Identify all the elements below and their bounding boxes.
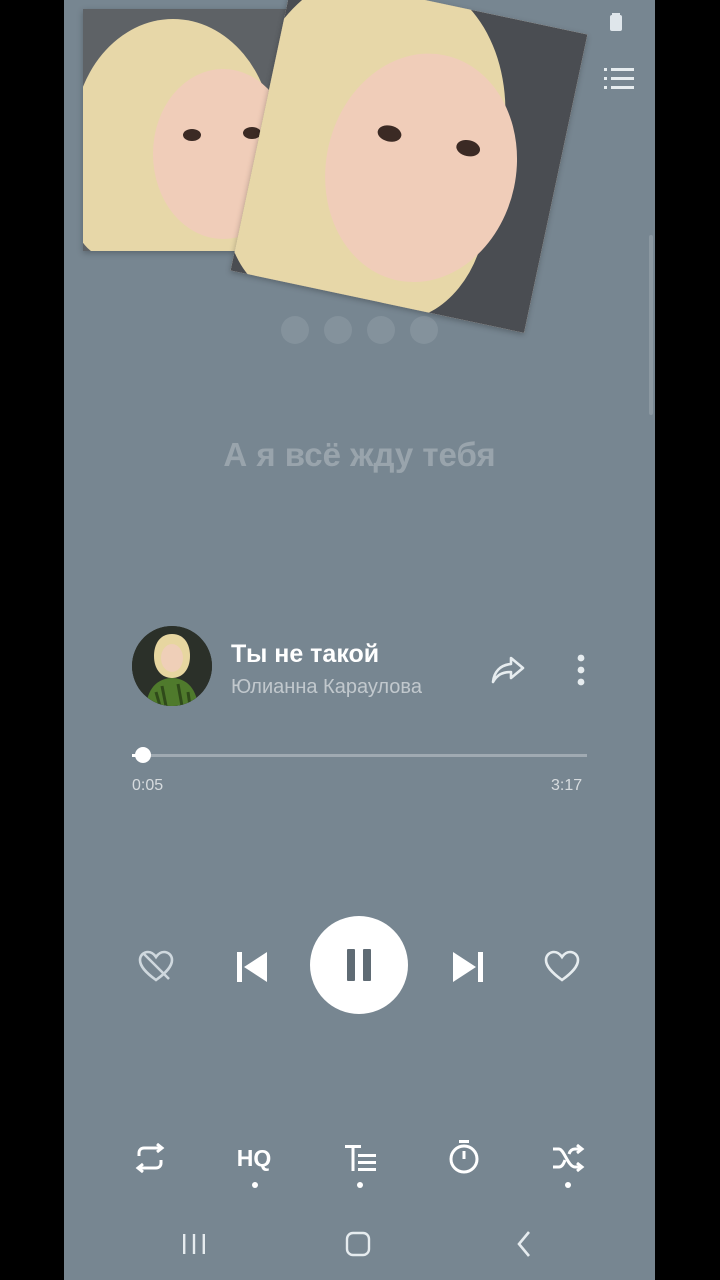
timer-icon — [449, 1140, 479, 1174]
hq-label: HQ — [236, 1144, 272, 1171]
hq-active-indicator — [252, 1182, 258, 1188]
recent-apps-button[interactable] — [174, 1228, 214, 1260]
shuffle-icon — [553, 1143, 585, 1173]
scroll-indicator — [649, 235, 653, 415]
album-cover[interactable] — [132, 626, 212, 706]
track-title[interactable]: Ты не такой — [231, 640, 379, 669]
battery-icon — [609, 12, 623, 32]
back-button[interactable] — [504, 1228, 544, 1260]
lyrics-current-line[interactable]: А я всё жду тебя — [64, 436, 655, 474]
queue-icon[interactable] — [602, 64, 636, 94]
elapsed-time: 0:05 — [132, 777, 164, 794]
page-dots — [281, 316, 453, 349]
page-dot — [410, 316, 438, 344]
share-button[interactable] — [488, 650, 528, 690]
page-dot — [324, 316, 352, 344]
share-icon — [491, 656, 525, 684]
like-button[interactable] — [540, 946, 584, 986]
broken-heart-icon — [138, 950, 174, 982]
recent-apps-icon — [183, 1234, 205, 1254]
pause-icon — [347, 949, 371, 981]
dislike-button[interactable] — [134, 946, 178, 986]
home-icon — [345, 1231, 371, 1257]
repeat-button[interactable] — [130, 1140, 170, 1176]
page-dot — [367, 316, 395, 344]
repeat-icon — [135, 1143, 165, 1173]
progress-thumb[interactable] — [135, 747, 152, 763]
meme-image-right — [230, 0, 588, 333]
skip-previous-icon — [237, 952, 267, 982]
heart-icon — [544, 950, 580, 982]
page-dot — [281, 316, 309, 344]
hq-button[interactable]: HQ — [228, 1140, 280, 1176]
player-screen: А я всё жду тебя Ты не такой Юлианна Кар… — [64, 0, 655, 1280]
shuffle-active-indicator — [565, 1182, 571, 1188]
total-duration: 3:17 — [551, 777, 583, 794]
progress-track[interactable] — [132, 747, 587, 763]
sleep-timer-button[interactable] — [444, 1138, 484, 1176]
pause-button[interactable] — [310, 916, 408, 1014]
shuffle-button[interactable] — [548, 1140, 588, 1176]
back-icon — [517, 1231, 530, 1257]
track-artist[interactable]: Юлианна Караулова — [231, 676, 422, 699]
next-button[interactable] — [446, 946, 490, 988]
lyrics-text-icon — [345, 1145, 376, 1171]
previous-button[interactable] — [230, 946, 274, 988]
home-button[interactable] — [338, 1228, 378, 1260]
more-vertical-icon — [577, 654, 585, 686]
skip-next-icon — [453, 952, 483, 982]
lyrics-button[interactable] — [340, 1140, 380, 1176]
more-options-button[interactable] — [566, 650, 596, 690]
lyrics-active-indicator — [357, 1182, 363, 1188]
